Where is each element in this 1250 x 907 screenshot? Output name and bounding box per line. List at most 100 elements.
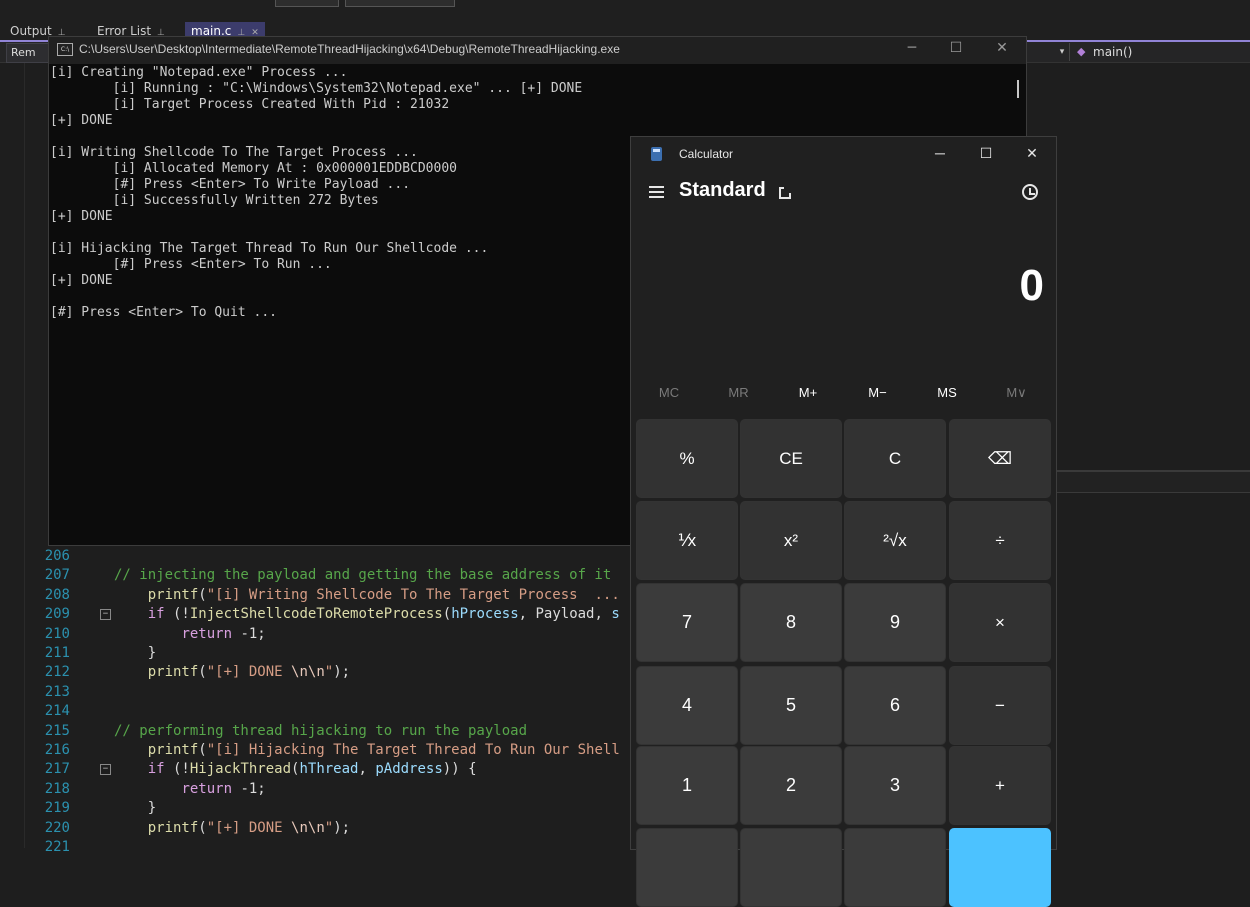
line-number: 219 [44,800,70,817]
code-token: -1; [232,625,266,642]
code-token: } [114,800,157,817]
line-number: 208 [44,586,70,603]
close-icon[interactable]: ✕ [980,37,1024,61]
console-line: [i] Running : "C:\Windows\System32\Notep… [50,81,583,96]
calculator-window[interactable]: Calculator ─ ☐ ✕ Standard 0 MC MR M+ M− MS M∨… [630,136,1057,907]
square-key[interactable]: x² [740,501,842,580]
code-token: HijackThread [189,761,292,778]
memory-button[interactable]: MC [634,382,704,404]
console-line: [i] Target Process Created With Pid : 21… [50,97,450,112]
memory-button[interactable]: MS [912,382,982,404]
toolbar-config-dropdown[interactable] [275,0,339,7]
digit-3-key[interactable]: 3 [844,746,946,825]
digit-6-key[interactable]: 6 [844,666,946,745]
memory-button[interactable]: M∨ [982,382,1052,404]
console-line: [i] Successfully Written 272 Bytes [50,193,379,208]
vs-toolbar [0,0,1250,20]
code-token: "[+] DONE [206,819,292,836]
memory-button[interactable]: M+ [773,382,843,404]
code-token: ( [198,742,207,758]
menu-icon[interactable] [649,186,664,198]
project-dropdown[interactable]: Rem [6,43,52,63]
percent-key[interactable]: % [636,419,738,498]
code-text: // injecting the payload and getting the… [114,566,611,585]
code-token: if [147,761,165,778]
console-title-bar[interactable]: C:\ C:\Users\User\Desktop\Intermediate\R… [49,37,1026,64]
code-token: printf [147,586,199,603]
console-line: [#] Press <Enter> To Run ... [50,257,332,272]
maximize-icon[interactable]: ☐ [934,37,978,61]
reciprocal-key[interactable]: ⅟x [636,501,738,580]
square-root-key[interactable]: ²√x [844,501,946,580]
digit-9-key[interactable]: 9 [844,583,946,662]
code-token: "[i] Writing Shellcode To The Target Pro… [206,586,620,603]
backspace-key[interactable]: ⌫ [949,419,1051,498]
history-icon[interactable] [1022,184,1038,200]
clear-key[interactable]: C [844,419,946,498]
memory-row: MC MR M+ M− MS M∨ [631,382,1056,404]
code-text: return -1; [114,780,265,799]
code-text: return -1; [114,625,266,644]
code-token: , Payload, [518,606,612,623]
decimal-key[interactable] [844,828,946,907]
console-line: [+] DONE [50,209,113,224]
digit-5-key[interactable]: 5 [740,666,842,745]
collapse-icon[interactable]: − [100,764,111,776]
function-dropdown[interactable]: ▾ ◆ main() [1055,43,1250,61]
digit-4-key[interactable]: 4 [636,666,738,745]
digit-2-key[interactable]: 2 [740,746,842,825]
negate-key[interactable] [636,828,738,907]
calculator-title-bar[interactable]: Calculator ─ ☐ ✕ [631,137,1056,171]
calculator-display: 0 [1019,261,1044,310]
keep-on-top-icon[interactable] [779,185,792,199]
clear-entry-key[interactable]: CE [740,419,842,498]
code-token: printf [147,819,199,836]
console-title: C:\Users\User\Desktop\Intermediate\Remot… [79,42,620,56]
code-token: // injecting the payload and getting the… [114,567,612,584]
console-scrollbar[interactable] [1017,80,1019,98]
code-token: , [358,761,376,778]
code-text: } [114,644,156,663]
calculator-title: Calculator [679,147,734,161]
memory-button[interactable]: M− [843,382,913,404]
console-line: [+] DONE [50,113,113,128]
code-token: \n\n [291,664,325,681]
add-key[interactable]: + [949,746,1051,825]
code-token: )) { [442,761,477,778]
code-token: if [147,606,165,623]
code-text: printf("[+] DONE \n\n"); [114,819,350,838]
minimize-icon[interactable]: ─ [917,137,963,171]
equals-key[interactable] [949,828,1051,907]
minimize-icon[interactable]: ─ [890,37,934,61]
maximize-icon[interactable]: ☐ [963,137,1009,171]
close-icon[interactable]: ✕ [1009,137,1055,171]
digit-7-key[interactable]: 7 [636,583,738,662]
code-token: " [324,819,334,836]
collapse-icon[interactable]: − [100,609,111,621]
multiply-key[interactable]: × [949,583,1051,662]
code-token: printf [147,742,199,758]
console-line: [i] Allocated Memory At : 0x000001EDDBCD… [50,161,457,176]
console-line: [i] Creating "Notepad.exe" Process ... [50,65,348,80]
line-number: 220 [44,819,70,836]
line-number: 207 [44,567,70,584]
editor-split-divider [1055,470,1250,493]
digit-1-key[interactable]: 1 [636,746,738,825]
digit-0-key[interactable] [740,828,842,907]
memory-button[interactable]: MR [704,382,774,404]
divide-key[interactable]: ÷ [949,501,1051,580]
console-line: [#] Press <Enter> To Quit ... [50,305,277,320]
toolbar-platform-dropdown[interactable] [345,0,455,7]
mode-title: Standard [679,179,766,201]
code-token: ); [333,819,351,836]
line-number: 214 [44,703,70,720]
subtract-key[interactable]: − [949,666,1051,745]
line-number: 216 [44,742,70,758]
line-number: 213 [44,683,70,700]
digit-8-key[interactable]: 8 [740,583,842,662]
